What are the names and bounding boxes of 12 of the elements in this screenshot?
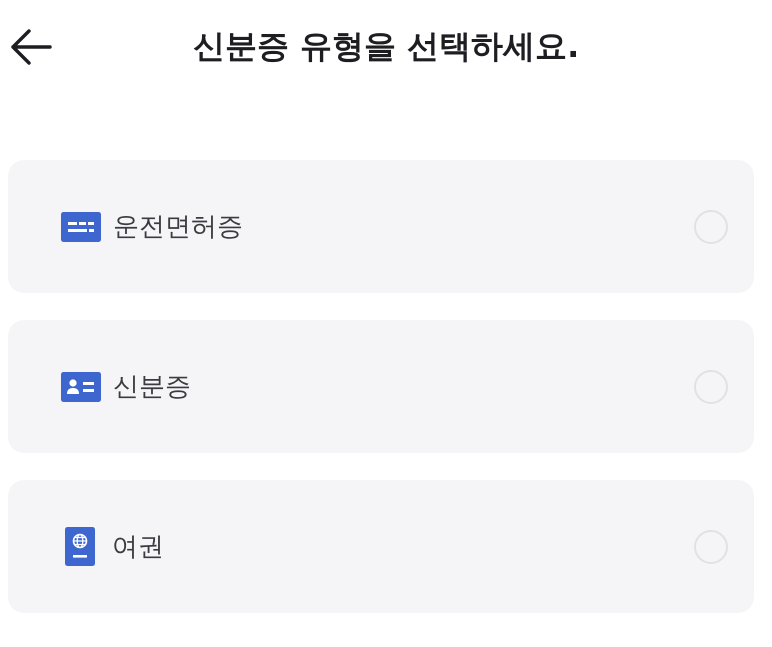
page-title: 신분증 유형을 선택하세요. xyxy=(192,26,580,67)
back-button[interactable] xyxy=(10,29,52,65)
option-label: 신분증 xyxy=(113,371,192,404)
id-type-option[interactable]: 신분증 xyxy=(8,320,754,453)
arrow-left-icon xyxy=(10,29,52,65)
passport-icon xyxy=(65,527,95,566)
option-label: 운전면허증 xyxy=(113,211,244,244)
id-type-option[interactable]: 여권 xyxy=(8,480,754,613)
id-type-option[interactable]: 운전면허증 xyxy=(8,160,754,293)
license-card-icon xyxy=(61,212,101,242)
id-card-icon xyxy=(61,372,101,402)
option-label: 여권 xyxy=(112,531,165,564)
